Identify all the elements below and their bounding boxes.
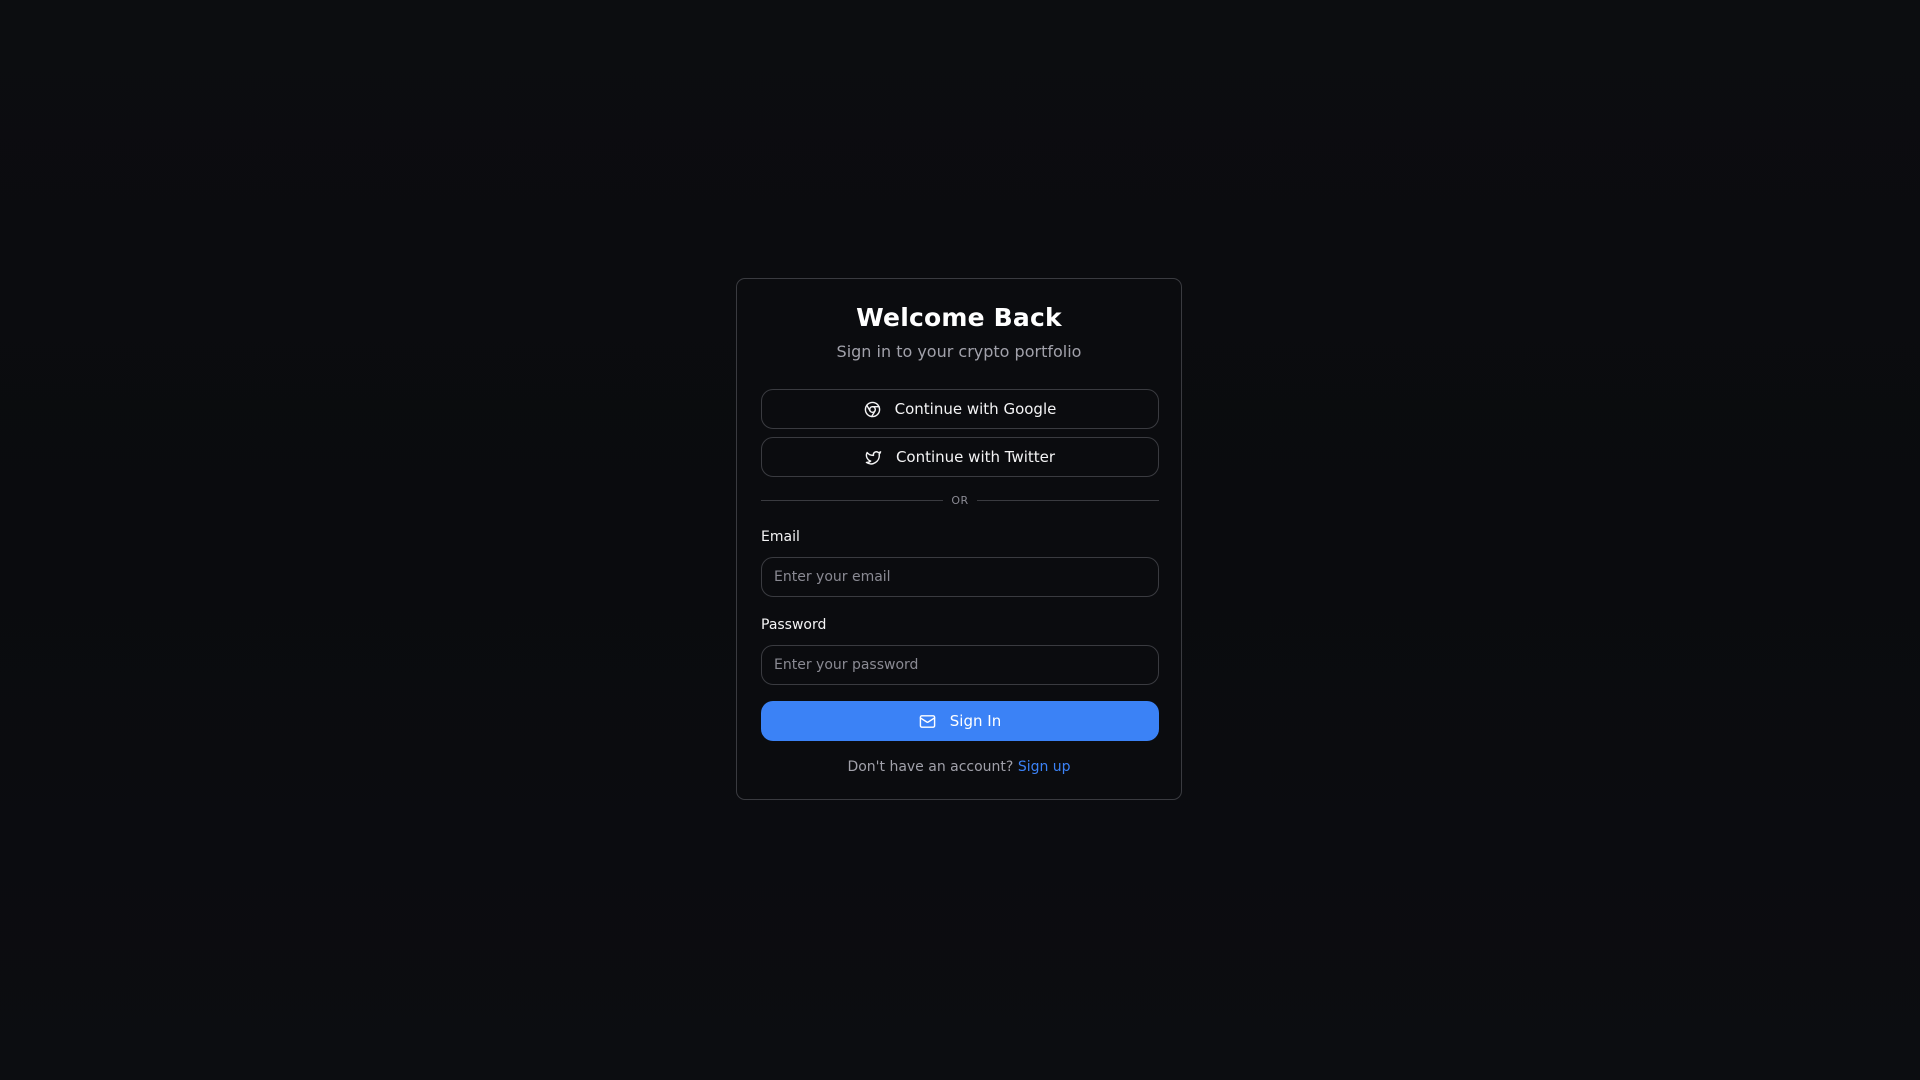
divider-text: OR [951,493,969,507]
login-page: Welcome Back Sign in to your crypto port… [0,0,1920,1080]
twitter-icon [865,449,882,466]
sign-in-button-label: Sign In [949,712,1002,730]
password-field[interactable] [761,645,1159,685]
continue-with-twitter-button[interactable]: Continue with Twitter [761,437,1159,477]
sign-in-button[interactable]: Sign In [761,701,1159,741]
page-title: Welcome Back [856,303,1062,332]
twitter-button-label: Continue with Twitter [895,448,1056,466]
page-subtitle: Sign in to your crypto portfolio [836,342,1082,361]
divider-line-right [976,499,1159,501]
signup-prompt: Don't have an account? Sign up [737,759,1181,775]
signup-prompt-text: Don't have an account? [847,759,1014,775]
continue-with-google-button[interactable]: Continue with Google [761,389,1159,429]
password-label: Password [761,617,827,633]
email-label: Email [761,529,800,545]
divider-line-left [761,499,944,501]
or-divider: OR [761,493,1159,507]
sign-up-link[interactable]: Sign up [1018,759,1071,775]
mail-icon [919,713,936,730]
google-button-label: Continue with Google [894,400,1057,418]
login-card: Welcome Back Sign in to your crypto port… [736,278,1182,800]
email-field[interactable] [761,557,1159,597]
chrome-icon [864,401,881,418]
